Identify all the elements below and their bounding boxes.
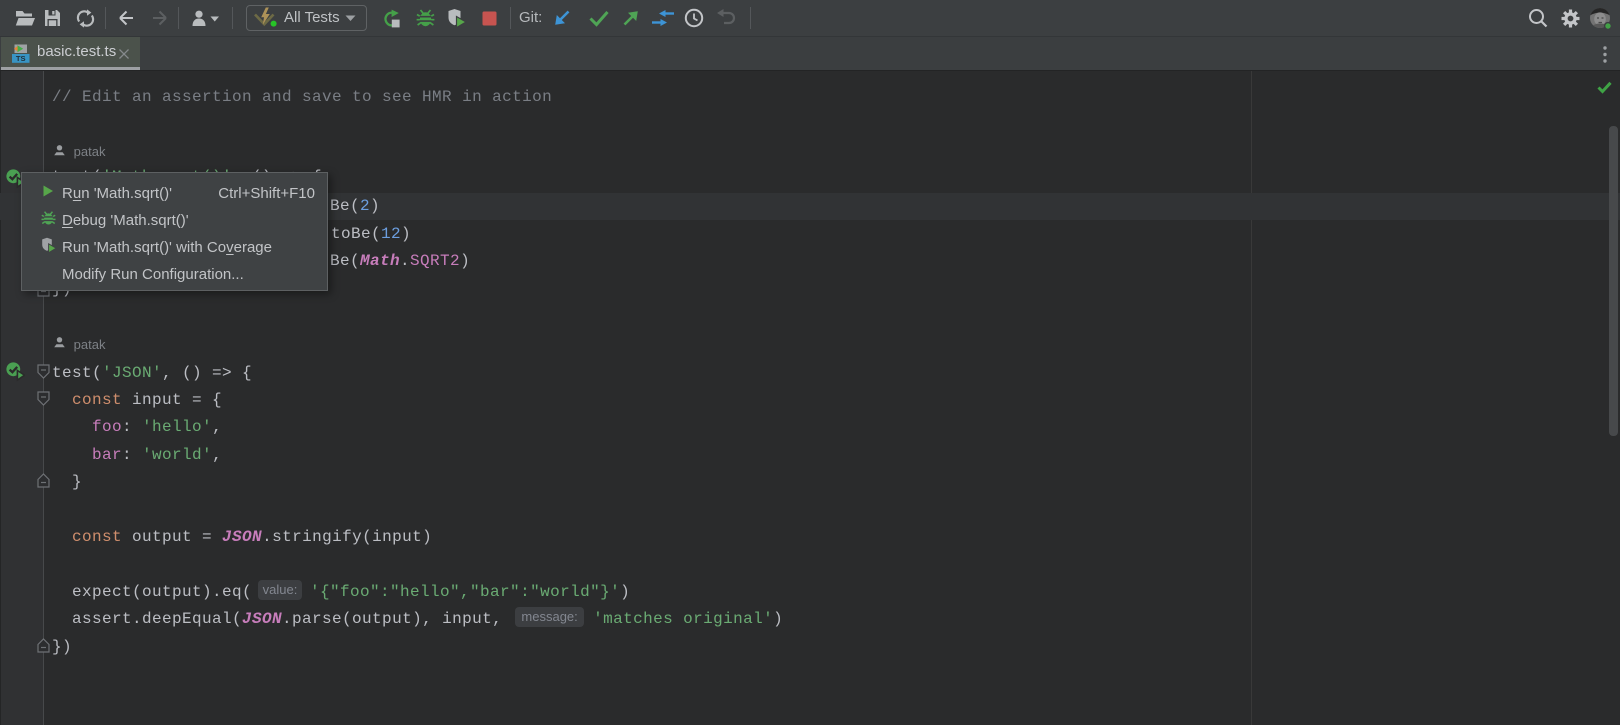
- svg-text:TS: TS: [16, 54, 26, 63]
